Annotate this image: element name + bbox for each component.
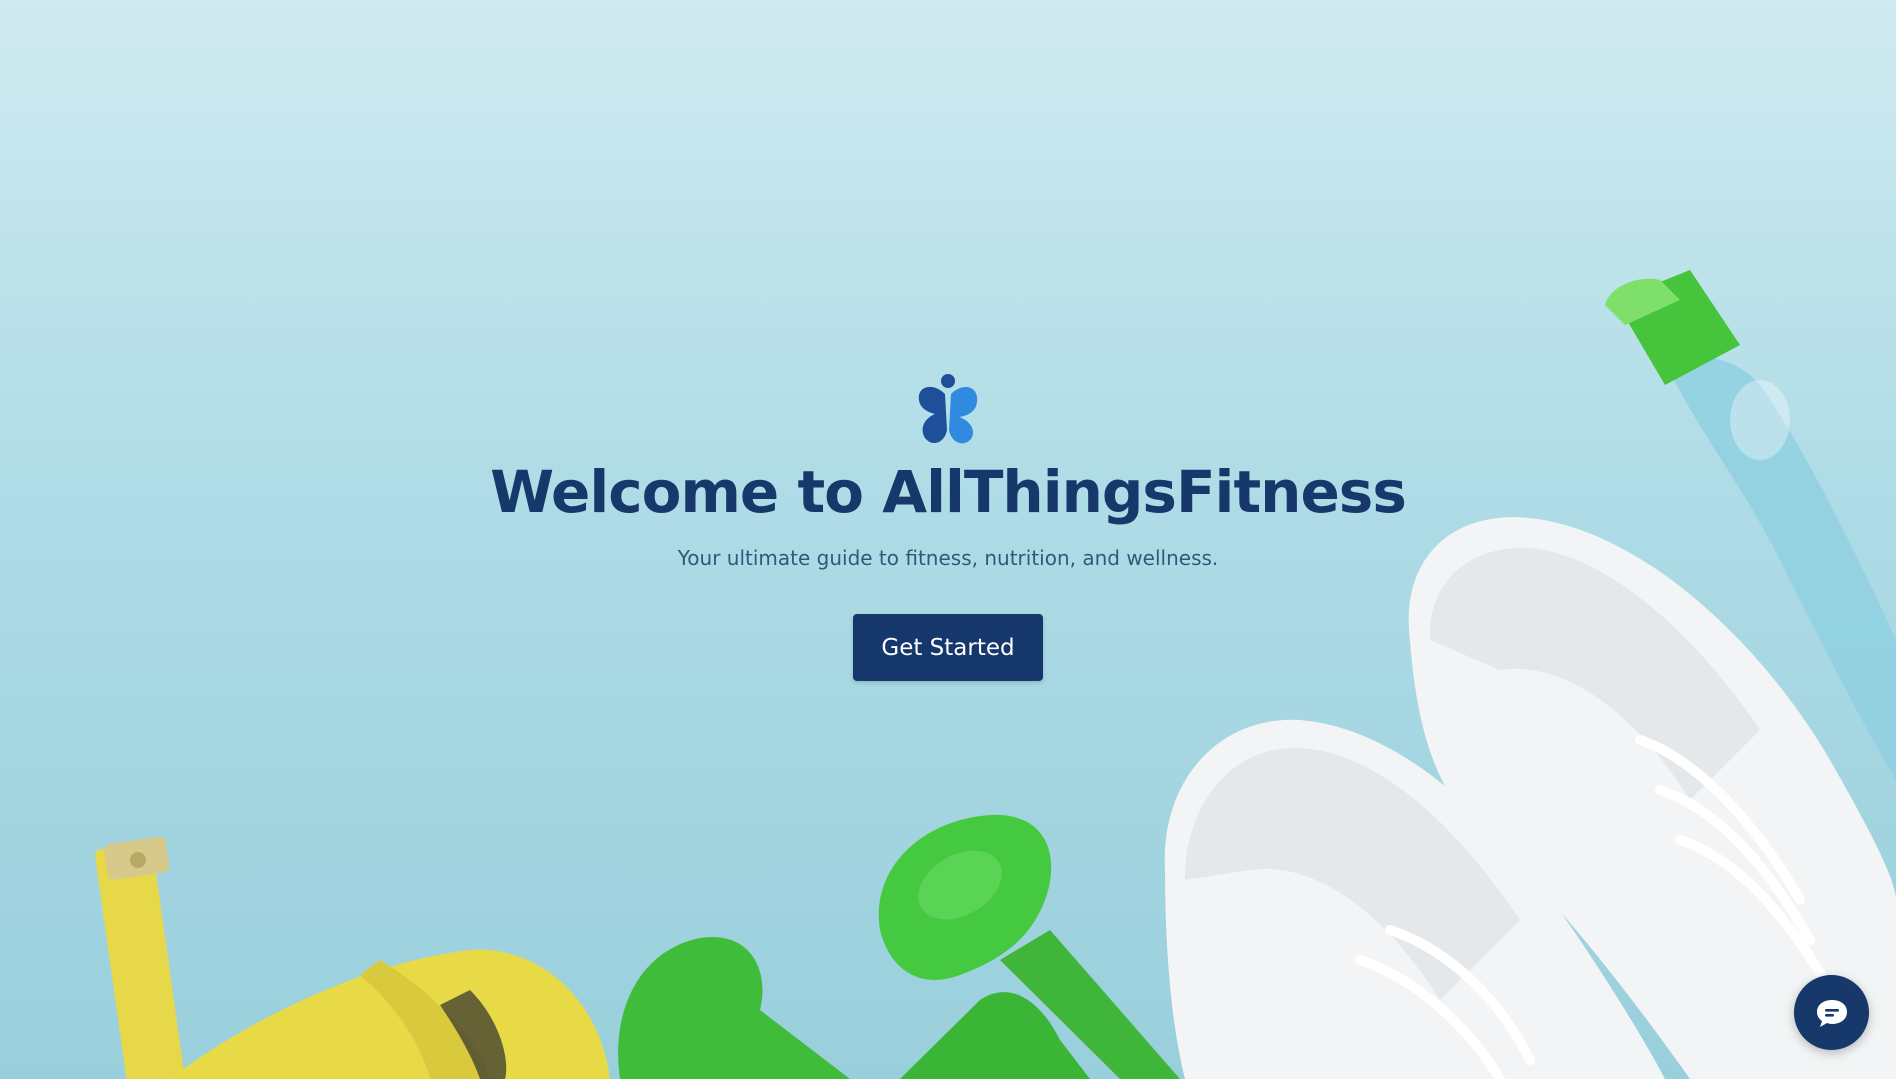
hero-section: Welcome to AllThingsFitness Your ultimat…: [0, 372, 1896, 681]
chat-button[interactable]: [1794, 975, 1869, 1050]
measuring-tape-image: [95, 836, 610, 1079]
page-title: Welcome to AllThingsFitness: [490, 458, 1407, 526]
dumbbells-image: [618, 814, 1180, 1079]
chat-bubble-icon: [1794, 998, 1869, 1028]
page-subtitle: Your ultimate guide to fitness, nutritio…: [677, 546, 1219, 570]
butterfly-person-logo-icon: [915, 372, 981, 448]
get-started-button[interactable]: Get Started: [853, 614, 1043, 681]
